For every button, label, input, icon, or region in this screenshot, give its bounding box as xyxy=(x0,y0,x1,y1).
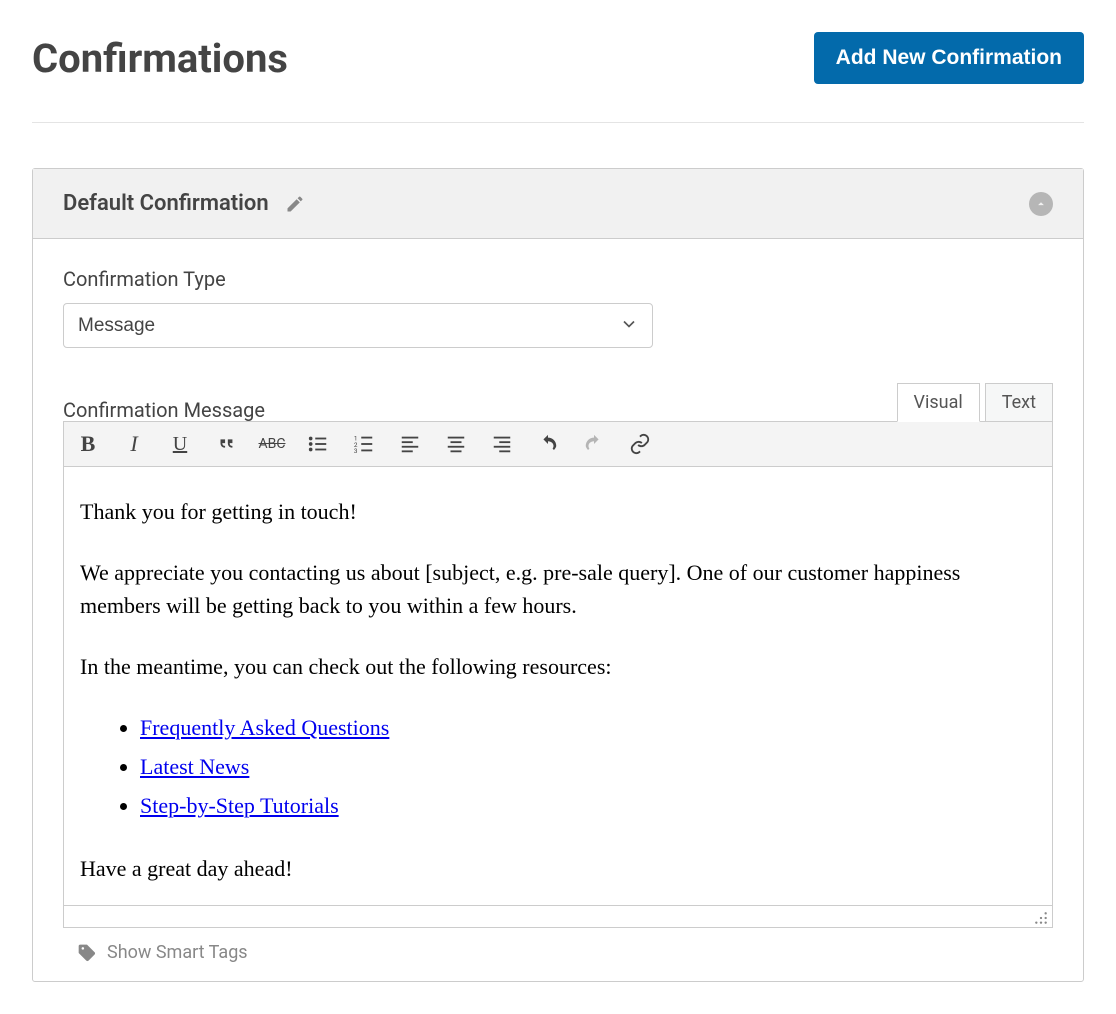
show-smart-tags-link[interactable]: Show Smart Tags xyxy=(107,942,248,963)
resource-link[interactable]: Step-by-Step Tutorials xyxy=(140,793,339,818)
align-right-icon[interactable] xyxy=(490,432,514,456)
tab-visual[interactable]: Visual xyxy=(897,383,980,422)
edit-name-icon[interactable] xyxy=(285,194,305,214)
resource-link[interactable]: Frequently Asked Questions xyxy=(140,715,389,740)
panel-header: Default Confirmation xyxy=(33,169,1083,239)
message-paragraph: Have a great day ahead! xyxy=(80,852,1036,885)
list-item: Step-by-Step Tutorials xyxy=(140,789,1036,822)
editor-status-bar xyxy=(64,905,1052,927)
list-item: Frequently Asked Questions xyxy=(140,711,1036,744)
message-paragraph: We appreciate you contacting us about [s… xyxy=(80,556,1036,622)
bold-icon[interactable]: B xyxy=(76,432,100,456)
confirmation-message-label: Confirmation Message xyxy=(63,398,265,422)
list-item: Latest News xyxy=(140,750,1036,783)
undo-icon[interactable] xyxy=(536,432,560,456)
confirmation-type-select[interactable]: Message xyxy=(63,303,653,348)
editor-toolbar: B I U ABC 123 xyxy=(64,422,1052,467)
add-new-confirmation-button[interactable]: Add New Confirmation xyxy=(814,32,1084,84)
strikethrough-icon[interactable]: ABC xyxy=(260,432,284,456)
rich-text-editor: B I U ABC 123 xyxy=(63,421,1053,928)
underline-icon[interactable]: U xyxy=(168,432,192,456)
resource-link[interactable]: Latest News xyxy=(140,754,249,779)
panel-title: Default Confirmation xyxy=(63,191,269,216)
tag-icon xyxy=(77,943,97,963)
redo-icon[interactable] xyxy=(582,432,606,456)
blockquote-icon[interactable] xyxy=(214,432,238,456)
italic-icon[interactable]: I xyxy=(122,432,146,456)
message-paragraph: In the meantime, you can check out the f… xyxy=(80,650,1036,683)
page-title: Confirmations xyxy=(32,35,288,82)
panel-body: Confirmation Type Message Confirmation M… xyxy=(33,239,1083,981)
tab-text[interactable]: Text xyxy=(985,383,1053,422)
numbered-list-icon[interactable]: 123 xyxy=(352,432,376,456)
editor-content-area[interactable]: Thank you for getting in touch! We appre… xyxy=(64,467,1052,905)
link-icon[interactable] xyxy=(628,432,652,456)
confirmation-panel: Default Confirmation Confirmation Type M… xyxy=(32,168,1084,982)
align-left-icon[interactable] xyxy=(398,432,422,456)
svg-text:3: 3 xyxy=(354,447,358,455)
resize-grip-icon[interactable] xyxy=(1034,911,1048,925)
confirmation-type-label: Confirmation Type xyxy=(63,267,1053,291)
bullet-list-icon[interactable] xyxy=(306,432,330,456)
message-paragraph: Thank you for getting in touch! xyxy=(80,495,1036,528)
collapse-toggle-icon[interactable] xyxy=(1029,192,1053,216)
editor-tabs: Visual Text xyxy=(897,383,1053,422)
align-center-icon[interactable] xyxy=(444,432,468,456)
